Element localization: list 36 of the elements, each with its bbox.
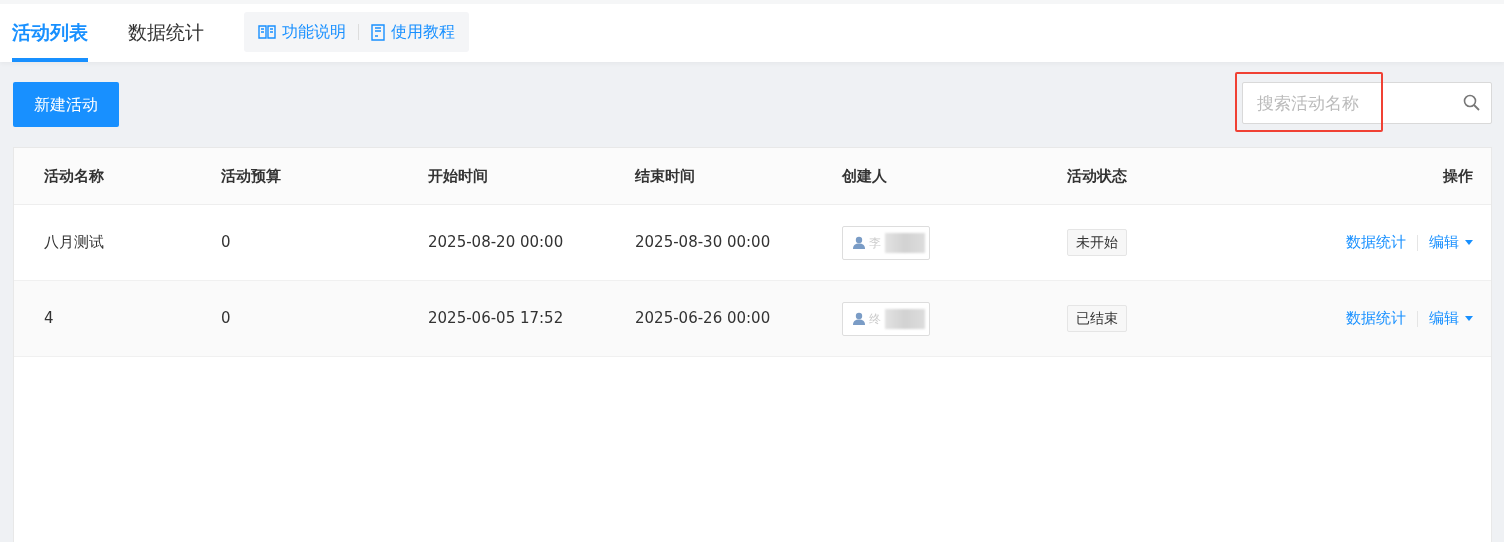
table-cell-text: 2025-08-20 00:00 bbox=[428, 232, 564, 254]
table-cell-text: 0 bbox=[221, 308, 231, 330]
redacted-block bbox=[885, 308, 925, 329]
table-cell-text: 2025-08-30 00:00 bbox=[635, 232, 771, 254]
column-header: 开始时间 bbox=[428, 165, 488, 187]
document-icon bbox=[371, 23, 385, 41]
table-cell-text: 2025-06-26 00:00 bbox=[635, 308, 771, 330]
tab[interactable]: 数据统计 bbox=[128, 17, 204, 62]
search-icon[interactable] bbox=[1463, 94, 1480, 111]
table-cell-text: 4 bbox=[44, 308, 54, 330]
user-icon bbox=[853, 312, 865, 325]
user-icon bbox=[853, 236, 865, 249]
action-link[interactable]: 编辑 bbox=[1429, 307, 1473, 330]
new-activity-button[interactable]: 新建活动 bbox=[13, 82, 119, 127]
column-header: 操作 bbox=[1443, 165, 1473, 187]
action-link[interactable]: 数据统计 bbox=[1346, 231, 1406, 254]
help-link[interactable]: 功能说明 bbox=[258, 20, 346, 44]
column-header: 活动名称 bbox=[44, 165, 104, 187]
caret-icon bbox=[1465, 316, 1473, 321]
column-header: 活动状态 bbox=[1067, 165, 1127, 187]
status-tag: 已结束 bbox=[1067, 305, 1127, 332]
column-header: 活动预算 bbox=[221, 165, 281, 187]
caret-icon bbox=[1465, 240, 1473, 245]
status-tag: 未开始 bbox=[1067, 229, 1127, 256]
column-header: 结束时间 bbox=[635, 165, 695, 187]
table-cell-text: 2025-06-05 17:52 bbox=[428, 308, 564, 330]
book-icon bbox=[258, 25, 276, 39]
search-field[interactable]: 搜索活动名称 bbox=[1242, 82, 1492, 124]
table-cell-text: 八月测试 bbox=[44, 232, 104, 254]
action-link[interactable]: 数据统计 bbox=[1346, 307, 1406, 330]
action-link[interactable]: 编辑 bbox=[1429, 231, 1473, 254]
redacted-block bbox=[885, 232, 925, 253]
tab[interactable]: 活动列表 bbox=[12, 17, 88, 62]
help-link[interactable]: 使用教程 bbox=[371, 20, 455, 44]
table-cell-text: 0 bbox=[221, 232, 231, 254]
column-header: 创建人 bbox=[842, 165, 887, 187]
